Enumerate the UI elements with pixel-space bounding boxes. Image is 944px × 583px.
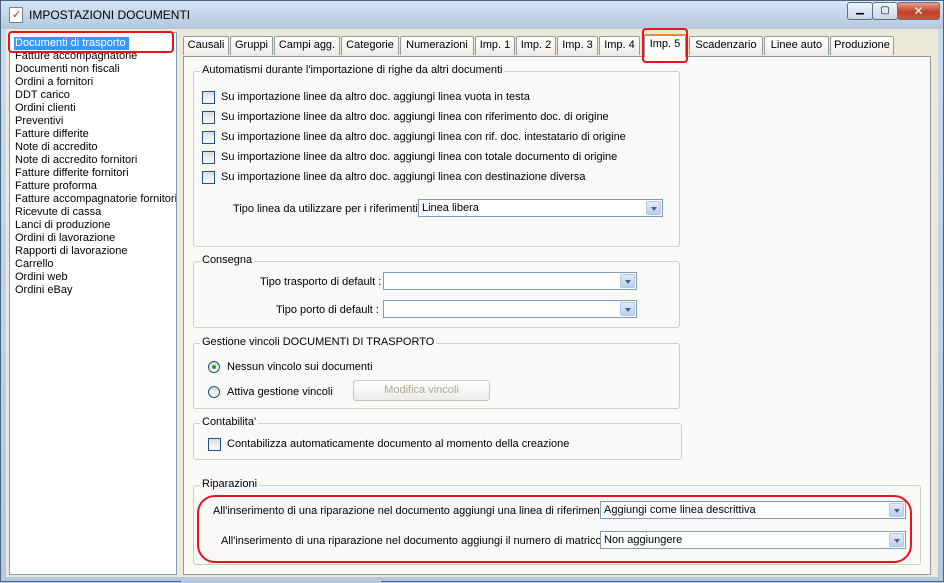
document-settings-icon [9, 7, 23, 23]
radio-label[interactable]: Nessun vincolo sui documenti [227, 361, 373, 373]
chevron-down-icon[interactable] [889, 503, 904, 517]
list-item[interactable]: Fatture accompagnatorie fornitori [15, 193, 176, 206]
document-type-list[interactable]: Documenti di trasporto Fatture accompagn… [9, 32, 177, 575]
tipo-linea-select[interactable]: Linea libera [418, 199, 663, 217]
title-bar[interactable]: IMPOSTAZIONI DOCUMENTI ▁ ▢ ✕ [1, 1, 943, 29]
checkbox-destinazione-diversa[interactable] [202, 171, 215, 184]
riparazione-matricola-label: All'inserimento di una riparazione nel d… [221, 535, 617, 547]
checkbox-label[interactable]: Su importazione linee da altro doc. aggi… [221, 111, 609, 123]
list-item[interactable]: Note di accredito fornitori [15, 154, 137, 167]
radio-label[interactable]: Attiva gestione vincoli [227, 386, 333, 398]
checkbox-label[interactable]: Su importazione linee da altro doc. aggi… [221, 171, 585, 183]
list-item[interactable]: Fatture proforma [15, 180, 97, 193]
tipo-linea-value: Linea libera [422, 202, 479, 214]
tab-imp-5[interactable]: Imp. 5 [644, 34, 686, 57]
list-item[interactable]: Note di accredito [15, 141, 98, 154]
tab-imp-1[interactable]: Imp. 1 [475, 36, 515, 55]
checkbox-rif-intestatario[interactable] [202, 131, 215, 144]
tab-causali[interactable]: Causali [183, 36, 229, 55]
riparazioni-title: Riparazioni [200, 478, 260, 490]
list-item[interactable]: Rapporti di lavorazione [15, 245, 128, 258]
tab-imp-3[interactable]: Imp. 3 [557, 36, 598, 55]
checkbox-label[interactable]: Su importazione linee da altro doc. aggi… [221, 151, 617, 163]
chevron-down-icon[interactable] [646, 201, 661, 215]
checkbox-label[interactable]: Su importazione linee da altro doc. aggi… [221, 91, 530, 103]
radio-nessun-vincolo[interactable] [208, 361, 220, 373]
tab-gruppi[interactable]: Gruppi [230, 36, 273, 55]
riparazione-linea-label: All'inserimento di una riparazione nel d… [213, 505, 616, 517]
consegna-title: Consegna [200, 254, 255, 266]
minimize-button[interactable]: ▁ [847, 2, 873, 20]
tab-campi-agg[interactable]: Campi agg. [274, 36, 340, 55]
maximize-button[interactable]: ▢ [872, 2, 898, 20]
tipo-trasporto-select[interactable] [383, 272, 637, 290]
window-client-area: Documenti di trasporto Fatture accompagn… [6, 29, 938, 577]
list-item[interactable]: Ordini a fornitori [15, 76, 93, 89]
checkbox-rif-doc-origine[interactable] [202, 111, 215, 124]
list-item[interactable]: Ordini clienti [15, 102, 76, 115]
tab-imp-4[interactable]: Imp. 4 [599, 36, 640, 55]
tab-scadenzario[interactable]: Scadenzario [689, 36, 763, 55]
chevron-down-icon[interactable] [620, 274, 635, 288]
radio-attiva-vincoli[interactable] [208, 386, 220, 398]
list-item-ddt[interactable]: Documenti di trasporto [14, 37, 129, 50]
automatismi-title: Automatismi durante l'importazione di ri… [200, 64, 505, 76]
chevron-down-icon[interactable] [889, 533, 904, 547]
list-item[interactable]: Ordini eBay [15, 284, 72, 297]
settings-window: IMPOSTAZIONI DOCUMENTI ▁ ▢ ✕ Documenti d… [0, 0, 944, 583]
riparazioni-group: Riparazioni All'inserimento di una ripar… [193, 478, 921, 565]
close-button[interactable]: ✕ [897, 2, 940, 20]
list-item[interactable]: DDT carico [15, 89, 70, 102]
riparazione-linea-select[interactable]: Aggiungi come linea descrittiva [600, 501, 906, 519]
automatismi-group: Automatismi durante l'importazione di ri… [193, 64, 680, 247]
tipo-linea-label: Tipo linea da utilizzare per i riferimen… [233, 203, 424, 215]
modifica-vincoli-button[interactable]: Modifica vincoli [353, 380, 490, 401]
list-item[interactable]: Preventivi [15, 115, 63, 128]
list-item[interactable]: Ricevute di cassa [15, 206, 101, 219]
tipo-porto-label: Tipo porto di default : [276, 304, 379, 316]
list-item[interactable]: Fatture accompagnatorie [15, 50, 137, 63]
riparazione-linea-value: Aggiungi come linea descrittiva [604, 504, 756, 516]
checkbox-contabilizza[interactable] [208, 438, 221, 451]
list-item[interactable]: Lanci di produzione [15, 219, 110, 232]
tab-numerazioni[interactable]: Numerazioni [400, 36, 474, 55]
tab-panel-imp-5: Automatismi durante l'importazione di ri… [183, 56, 931, 575]
tipo-porto-select[interactable] [383, 300, 637, 318]
checkbox-linea-vuota[interactable] [202, 91, 215, 104]
riparazione-matricola-select[interactable]: Non aggiungere [600, 531, 906, 549]
tab-imp-2[interactable]: Imp. 2 [516, 36, 556, 55]
vincoli-title: Gestione vincoli DOCUMENTI DI TRASPORTO [200, 336, 437, 348]
list-item[interactable]: Carrello [15, 258, 54, 271]
contabilita-group: Contabilita' Contabilizza automaticament… [193, 416, 682, 460]
list-item[interactable]: Fatture differite fornitori [15, 167, 129, 180]
window-title: IMPOSTAZIONI DOCUMENTI [29, 8, 191, 22]
list-item[interactable]: Ordini di lavorazione [15, 232, 115, 245]
list-item[interactable]: Documenti non fiscali [15, 63, 120, 76]
tab-linee-auto[interactable]: Linee auto [764, 36, 829, 55]
list-item[interactable]: Ordini web [15, 271, 68, 284]
checkbox-label[interactable]: Contabilizza automaticamente documento a… [227, 438, 569, 450]
checkbox-totale-documento[interactable] [202, 151, 215, 164]
checkbox-label[interactable]: Su importazione linee da altro doc. aggi… [221, 131, 626, 143]
tab-produzione[interactable]: Produzione [830, 36, 894, 55]
chevron-down-icon[interactable] [620, 302, 635, 316]
tipo-trasporto-label: Tipo trasporto di default : [260, 276, 382, 288]
consegna-group: Consegna Tipo trasporto di default : Tip… [193, 254, 680, 328]
vincoli-group: Gestione vincoli DOCUMENTI DI TRASPORTO … [193, 336, 680, 409]
background-strip [181, 577, 381, 583]
tab-categorie[interactable]: Categorie [341, 36, 399, 55]
contabilita-title: Contabilita' [200, 416, 259, 428]
list-item[interactable]: Fatture differite [15, 128, 89, 141]
riparazione-matricola-value: Non aggiungere [604, 534, 683, 546]
